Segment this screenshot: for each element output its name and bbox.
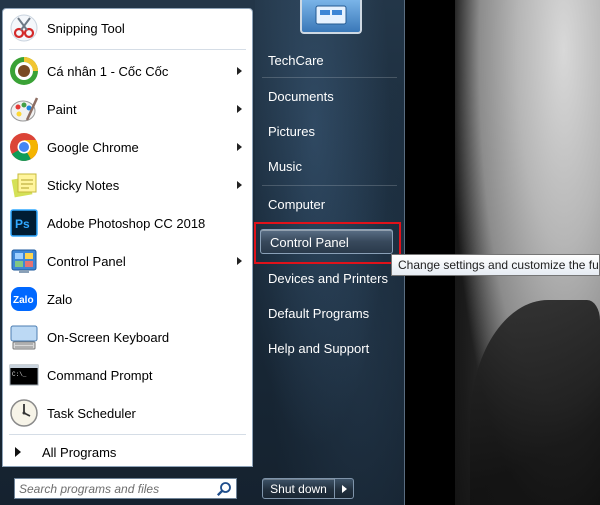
- clock-icon: [8, 397, 40, 429]
- photoshop-icon: Ps: [8, 207, 40, 239]
- program-label: Command Prompt: [47, 367, 153, 383]
- program-sticky-notes[interactable]: Sticky Notes: [3, 167, 252, 203]
- divider: [262, 185, 397, 186]
- divider: [9, 434, 246, 435]
- menu-devices-and-printers[interactable]: Devices and Printers: [268, 271, 388, 286]
- program-label: Zalo: [47, 291, 73, 307]
- menu-music[interactable]: Music: [268, 159, 302, 174]
- shutdown-group: Shut down: [262, 478, 354, 499]
- program-label: On-Screen Keyboard: [47, 329, 170, 345]
- program-label: Task Scheduler: [47, 405, 136, 421]
- divider: [9, 49, 246, 50]
- program-paint[interactable]: Paint: [3, 91, 252, 127]
- menu-techcare[interactable]: TechCare: [268, 53, 324, 68]
- program-adobe-photoshop[interactable]: Ps Adobe Photoshop CC 2018: [3, 205, 252, 241]
- control-panel-highlight: Control Panel: [254, 222, 401, 264]
- program-label: Cá nhân 1 - Cốc Cốc: [47, 63, 169, 79]
- menu-documents[interactable]: Documents: [268, 89, 334, 104]
- program-label: Control Panel: [47, 253, 126, 269]
- program-label: Google Chrome: [47, 139, 139, 155]
- triangle-right-icon: [15, 447, 21, 457]
- menu-help-and-support[interactable]: Help and Support: [268, 341, 369, 356]
- command-prompt-icon: C:\_: [8, 359, 40, 391]
- program-coccoc[interactable]: Cá nhân 1 - Cốc Cốc: [3, 53, 252, 89]
- search-box[interactable]: [14, 478, 237, 499]
- program-control-panel[interactable]: Control Panel: [3, 243, 252, 279]
- control-panel-icon: [8, 245, 40, 277]
- sticky-notes-icon: [8, 169, 40, 201]
- coccoc-browser-icon: [8, 55, 40, 87]
- program-command-prompt[interactable]: C:\_ Command Prompt: [3, 357, 252, 393]
- shutdown-options-button[interactable]: [335, 478, 354, 499]
- menu-computer[interactable]: Computer: [268, 197, 325, 212]
- keyboard-icon: [8, 321, 40, 353]
- scissors-icon: [8, 12, 40, 44]
- submenu-arrow-icon[interactable]: [237, 67, 242, 75]
- search-input[interactable]: [15, 479, 205, 498]
- program-label: Paint: [47, 101, 77, 117]
- submenu-arrow-icon[interactable]: [237, 105, 242, 113]
- all-programs-button[interactable]: All Programs: [3, 440, 252, 464]
- triangle-right-icon: [341, 484, 347, 493]
- divider: [262, 77, 397, 78]
- all-programs-label: All Programs: [42, 444, 117, 460]
- program-label: Sticky Notes: [47, 177, 120, 193]
- shutdown-button[interactable]: Shut down: [262, 478, 335, 499]
- svg-text:Zalo: Zalo: [13, 295, 34, 306]
- submenu-arrow-icon[interactable]: [237, 257, 242, 265]
- program-label: Adobe Photoshop CC 2018: [47, 215, 206, 231]
- program-task-scheduler[interactable]: Task Scheduler: [3, 395, 252, 431]
- program-snipping-tool[interactable]: Snipping Tool: [3, 10, 252, 46]
- programs-pane: Snipping Tool Cá nhân 1 - Cốc Cốc Paint …: [2, 8, 253, 467]
- submenu-arrow-icon[interactable]: [237, 143, 242, 151]
- submenu-arrow-icon[interactable]: [237, 181, 242, 189]
- menu-control-panel[interactable]: Control Panel: [260, 229, 393, 254]
- svg-text:Ps: Ps: [15, 217, 30, 231]
- control-panel-label: Control Panel: [270, 235, 349, 250]
- chrome-icon: [8, 131, 40, 163]
- program-zalo[interactable]: Zalo Zalo: [3, 281, 252, 317]
- zalo-icon: Zalo: [8, 283, 40, 315]
- tooltip: Change settings and customize the fun: [391, 254, 600, 276]
- program-google-chrome[interactable]: Google Chrome: [3, 129, 252, 165]
- program-label: Snipping Tool: [47, 20, 125, 36]
- user-picture[interactable]: [300, 0, 362, 34]
- menu-pictures[interactable]: Pictures: [268, 124, 315, 139]
- svg-text:C:\_: C:\_: [12, 371, 27, 378]
- magnifier-icon[interactable]: [216, 481, 232, 497]
- program-on-screen-keyboard[interactable]: On-Screen Keyboard: [3, 319, 252, 355]
- paint-palette-icon: [8, 93, 40, 125]
- menu-default-programs[interactable]: Default Programs: [268, 306, 369, 321]
